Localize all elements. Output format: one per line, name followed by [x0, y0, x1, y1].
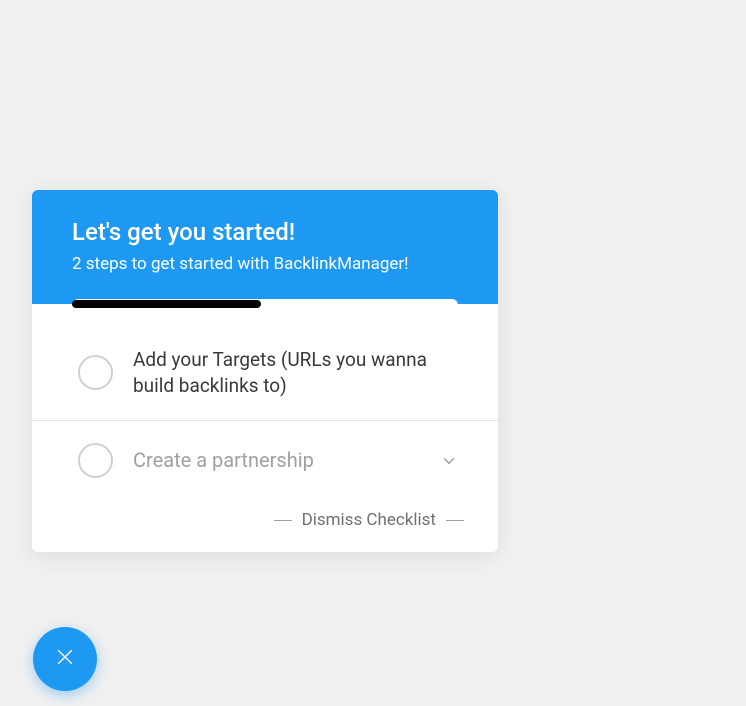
checklist-title: Let's get you started!: [72, 218, 458, 246]
progress-container: [72, 304, 458, 309]
divider-line: [446, 520, 464, 521]
checklist-item-targets[interactable]: Add your Targets (URLs you wanna build b…: [32, 309, 498, 421]
close-fab-button[interactable]: [33, 627, 97, 691]
progress-bar: [72, 300, 261, 308]
close-icon: [54, 646, 76, 672]
chevron-down-icon: [440, 452, 458, 470]
checklist-item-label: Create a partnership: [133, 447, 420, 474]
checklist-header: Let's get you started! 2 steps to get st…: [32, 190, 498, 304]
onboarding-checklist-card: Let's get you started! 2 steps to get st…: [32, 190, 498, 552]
checklist-subtitle: 2 steps to get started with BacklinkMana…: [72, 254, 458, 274]
dismiss-label: Dismiss Checklist: [302, 510, 436, 530]
checklist-item-label: Add your Targets (URLs you wanna build b…: [133, 347, 458, 398]
checklist-item-partnership[interactable]: Create a partnership: [32, 421, 498, 500]
checklist-body: Add your Targets (URLs you wanna build b…: [32, 309, 498, 552]
checkbox-circle-icon: [78, 355, 113, 390]
divider-line: [274, 520, 292, 521]
checkbox-circle-icon: [78, 443, 113, 478]
dismiss-checklist-button[interactable]: Dismiss Checklist: [32, 500, 498, 552]
